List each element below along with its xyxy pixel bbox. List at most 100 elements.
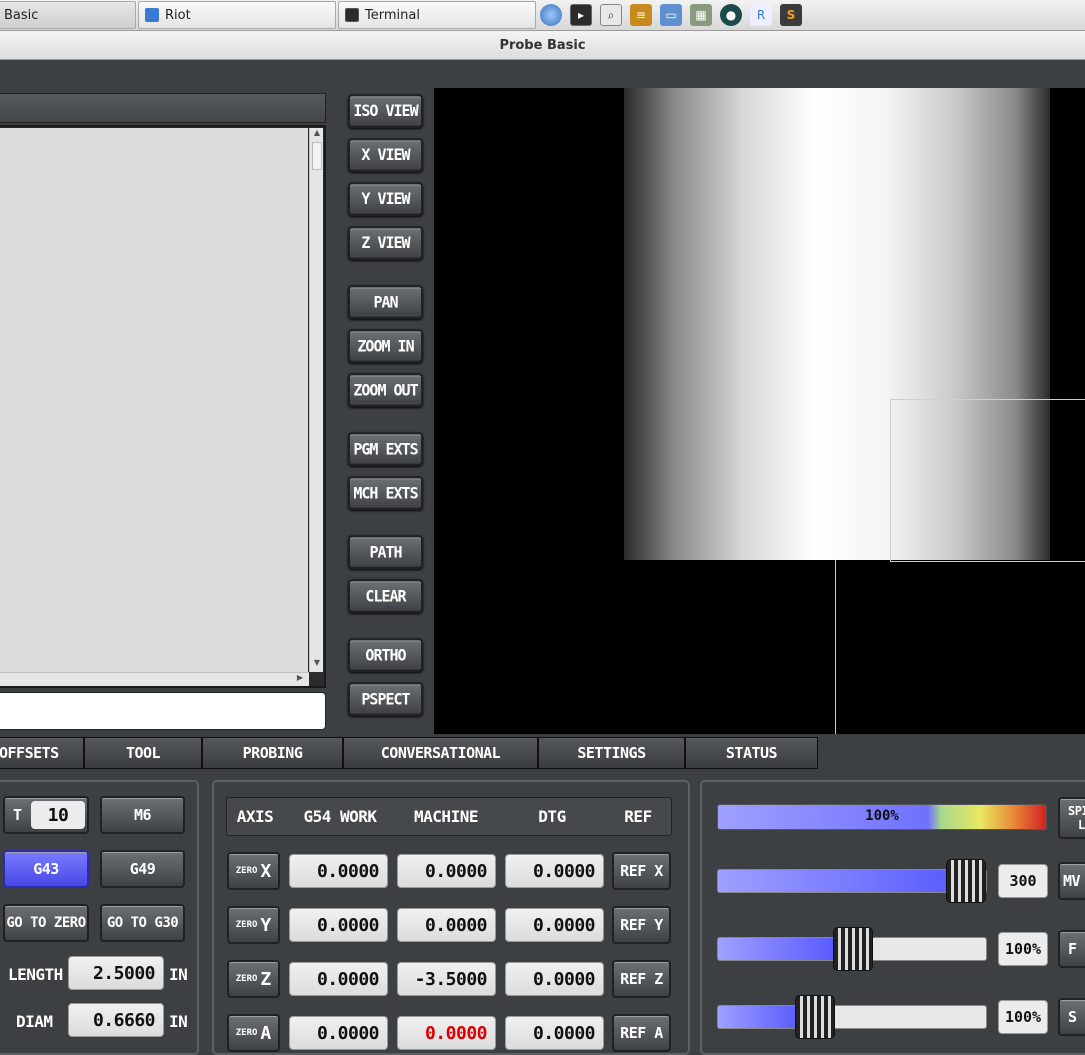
axis-letter: Z [260,968,272,990]
pan-button[interactable]: PAN [348,285,423,319]
riot-icon [145,8,159,22]
zero-small-label: ZERO [235,920,258,930]
tab-offsets[interactable]: OFFSETS [0,737,84,769]
slider-fill [718,1006,799,1028]
spindle-override-button[interactable]: S 1 [1058,998,1085,1036]
zero-small-label: ZERO [235,974,258,984]
tab-probing[interactable]: PROBING [202,737,343,769]
axis-header: AXIS [236,807,274,826]
max-velocity-button[interactable]: MV [1058,862,1085,900]
feed-override-handle[interactable] [833,927,873,971]
y-view-button[interactable]: Y VIEW [348,182,423,216]
gcode-editor[interactable] [0,128,308,672]
zero-x-button[interactable]: ZERO X [227,852,280,890]
tab-label: OFFSETS [0,744,59,762]
machine-header: MACHINE [414,807,478,826]
zero-a-button[interactable]: ZERO A [227,1014,280,1052]
terminal-launcher-icon[interactable]: ▸ [570,4,592,26]
dtg-header: DTG [538,807,566,826]
axis-letter: X [260,860,272,882]
z-work-value: 0.0000 [289,962,388,996]
tab-status[interactable]: STATUS [685,737,818,769]
machine-extents-box [890,399,1085,562]
spindle-override-handle[interactable] [795,995,835,1039]
vertical-scrollbar[interactable]: ▲ ▼ [309,128,323,672]
length-unit: IN [169,964,188,984]
diam-label: DIAM [16,1011,53,1031]
task-label: Riot [165,7,191,23]
tool-number-box: T 10 [3,796,89,834]
feed-override-value: 100% [998,932,1048,966]
tab-label: TOOL [125,744,161,762]
go-to-g30-button[interactable]: GO TO G30 [100,904,185,942]
ref-y-button[interactable]: REF Y [612,906,671,944]
task-riot[interactable]: Riot [138,1,336,29]
x-machine-value: 0.0000 [397,854,496,888]
spindle-button[interactable]: SPI L [1058,797,1085,839]
tab-settings[interactable]: SETTINGS [538,737,685,769]
zoom-in-button[interactable]: ZOOM IN [348,329,423,363]
mdi-input[interactable] [0,692,326,730]
search-launcher-icon[interactable]: ⌕ [600,4,622,26]
sublime-launcher-icon[interactable]: S [780,4,802,26]
x-view-button[interactable]: X VIEW [348,138,423,172]
task-probe-basic[interactable]: Basic [0,1,136,29]
archive-launcher-icon[interactable]: ≡ [630,4,652,26]
image-launcher-icon[interactable]: ▦ [690,4,712,26]
clear-button[interactable]: CLEAR [348,579,423,613]
zoom-out-button[interactable]: ZOOM OUT [348,373,423,407]
ref-x-button[interactable]: REF X [612,852,671,890]
slider-fill [718,870,954,892]
task-terminal[interactable]: Terminal [338,1,536,29]
path-button[interactable]: PATH [348,535,423,569]
spindle-load-label: 100% [865,808,899,824]
g49-button[interactable]: G49 [100,850,185,888]
tool-path-line [835,560,836,734]
y-machine-value: 0.0000 [397,908,496,942]
feed-override-button[interactable]: F 1 [1058,930,1085,968]
task-label: Basic [4,7,39,23]
tool-number-input[interactable]: 10 [31,801,85,829]
slider-fill [718,938,834,960]
spindle-override-slider[interactable] [717,1005,987,1029]
go-to-zero-button[interactable]: GO TO ZERO [3,904,89,942]
scroll-up-icon[interactable]: ▲ [311,128,323,141]
scroll-thumb[interactable] [312,142,322,170]
riot-launcher-icon[interactable]: R [750,4,772,26]
max-velocity-value: 300 [998,864,1048,898]
ref-a-button[interactable]: REF A [612,1014,671,1052]
x-work-value: 0.0000 [289,854,388,888]
terminal-icon [345,8,359,22]
editor-header [0,93,326,123]
length-label: LENGTH [8,964,63,984]
zero-y-button[interactable]: ZERO Y [227,906,280,944]
iso-view-button[interactable]: ISO VIEW [348,94,423,128]
z-view-button[interactable]: Z VIEW [348,226,423,260]
ortho-button[interactable]: ORTHO [348,638,423,672]
tab-label: CONVERSATIONAL [380,744,501,762]
tab-conversational[interactable]: CONVERSATIONAL [343,737,538,769]
m6-button[interactable]: M6 [100,796,185,834]
scroll-right-icon[interactable]: ▶ [294,673,306,686]
mch-exts-button[interactable]: MCH EXTS [348,476,423,510]
ref-z-button[interactable]: REF Z [612,960,671,998]
tab-tool[interactable]: TOOL [84,737,202,769]
pspect-button[interactable]: PSPECT [348,682,423,716]
g43-button[interactable]: G43 [3,850,89,888]
x-dtg-value: 0.0000 [505,854,604,888]
horizontal-scrollbar[interactable]: ▶ [0,672,309,686]
y-dtg-value: 0.0000 [505,908,604,942]
z-machine-value: -3.5000 [397,962,496,996]
tab-label: PROBING [242,744,303,762]
app-launcher-icon[interactable]: ● [720,4,742,26]
max-velocity-handle[interactable] [946,859,986,903]
y-work-value: 0.0000 [289,908,388,942]
pgm-exts-button[interactable]: PGM EXTS [348,432,423,466]
browser-launcher-icon[interactable] [540,4,562,26]
zero-z-button[interactable]: ZERO Z [227,960,280,998]
axis-letter: Y [260,914,272,936]
spindle-button-label-2: L [1078,818,1085,832]
scroll-down-icon[interactable]: ▼ [311,658,323,671]
folder-launcher-icon[interactable]: ▭ [660,4,682,26]
t-label: T [13,806,22,824]
